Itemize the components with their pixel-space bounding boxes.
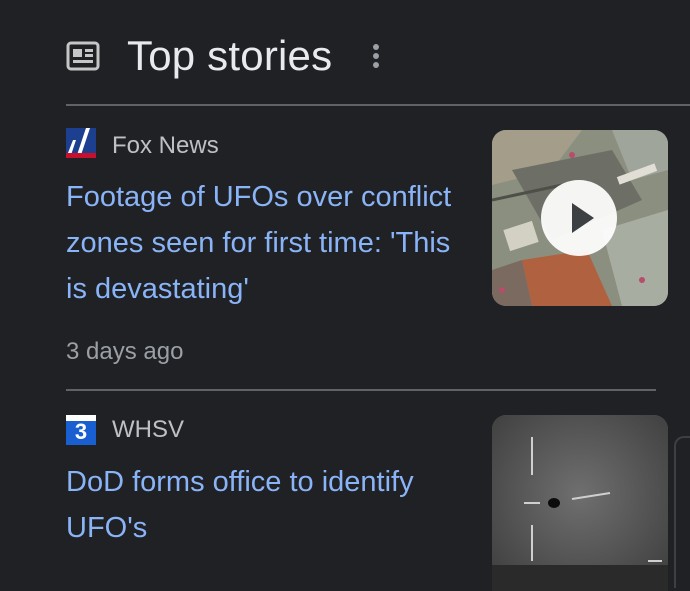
night-sky-ufo-thumbnail[interactable] [492, 415, 668, 591]
whsv-3-logo: 3 [66, 415, 96, 445]
source-name: WHSV [112, 416, 184, 443]
fox-news-logo [66, 128, 96, 163]
story-source: 3 WHSV [66, 415, 184, 445]
story-age: 3 days ago [66, 338, 184, 365]
story-headline[interactable]: Footage of UFOs over conflict zones seen… [66, 174, 466, 312]
newspaper-icon [66, 41, 100, 71]
aerial-footage-thumbnail[interactable] [492, 130, 668, 306]
whsv-logo-number: 3 [74, 419, 88, 444]
section-title: Top stories [127, 32, 333, 79]
story-card[interactable]: 3 WHSV DoD forms office to identify UFO'… [66, 391, 690, 591]
story-source: Fox News [66, 128, 219, 163]
side-panel-edge [674, 436, 690, 588]
more-vert-icon[interactable] [370, 41, 382, 71]
top-stories-header: Top stories [66, 30, 690, 82]
play-icon[interactable] [541, 180, 617, 256]
story-card[interactable]: Fox News Footage of UFOs over conflict z… [66, 106, 690, 390]
story-headline[interactable]: DoD forms office to identify UFO's [66, 459, 466, 551]
source-name: Fox News [112, 131, 219, 159]
